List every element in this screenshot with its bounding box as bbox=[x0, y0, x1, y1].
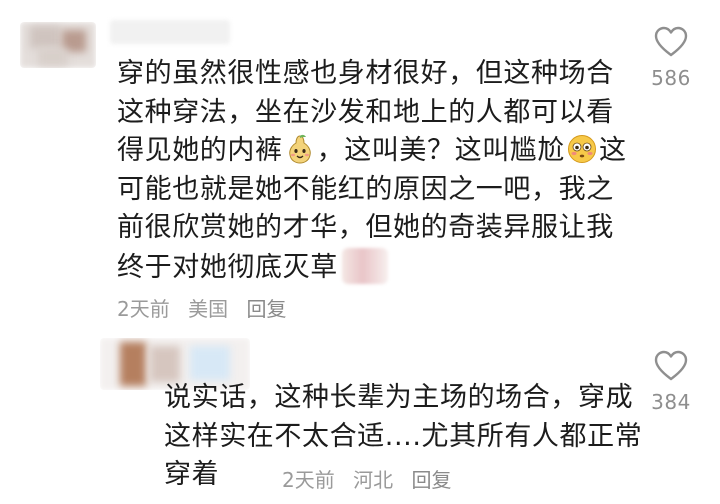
comment-meta: 2天前 美国 回复 bbox=[117, 293, 298, 322]
comment-text: 穿的虽然很性感也身材很好，但这种场合这种穿法，坐在沙发和地上的人都可以看得见她的… bbox=[117, 55, 637, 287]
comment-meta: 2天前 河北 回复 bbox=[282, 464, 463, 493]
flushed-face-emoji-icon bbox=[568, 135, 597, 163]
reply-item: 说实话，这种长辈为主场的场合，穿成这样实在不太合适....尤其所有人都正常穿着 … bbox=[0, 330, 720, 504]
like-count: 586 bbox=[651, 66, 691, 90]
heart-outline-icon bbox=[654, 350, 688, 381]
username-redacted bbox=[110, 20, 230, 44]
like-button[interactable]: 384 bbox=[641, 350, 701, 414]
comment-item: 穿的虽然很性感也身材很好，但这种场合这种穿法，坐在沙发和地上的人都可以看得见她的… bbox=[0, 0, 720, 330]
comment-location: 美国 bbox=[188, 297, 229, 321]
comment-text-part: ，这叫美？这叫尴尬 bbox=[316, 135, 566, 166]
like-count: 384 bbox=[651, 390, 691, 414]
reply-button[interactable]: 回复 bbox=[246, 297, 286, 321]
sticker-redacted bbox=[341, 247, 388, 284]
pear-face-emoji-icon bbox=[288, 134, 311, 164]
comment-time: 2天前 bbox=[282, 468, 335, 492]
avatar[interactable] bbox=[20, 22, 96, 68]
reply-button[interactable]: 回复 bbox=[411, 468, 451, 492]
heart-outline-icon bbox=[654, 26, 688, 57]
like-button[interactable]: 586 bbox=[641, 26, 701, 90]
comment-location: 河北 bbox=[353, 468, 394, 492]
comment-time: 2天前 bbox=[117, 297, 170, 321]
